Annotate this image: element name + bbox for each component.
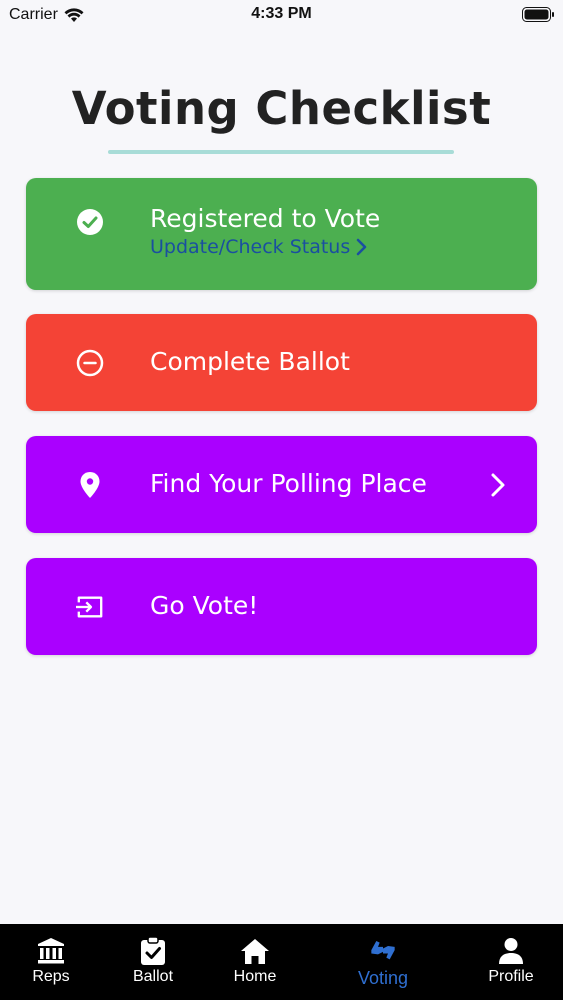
tab-reps-label: Reps bbox=[32, 968, 70, 985]
location-pin-icon bbox=[76, 471, 104, 499]
home-icon bbox=[240, 936, 270, 966]
institution-icon bbox=[36, 936, 66, 966]
chevron-right-icon bbox=[491, 473, 505, 497]
person-icon bbox=[496, 936, 526, 966]
registered-to-vote-label: Registered to Vote bbox=[150, 204, 381, 233]
tab-ballot-label: Ballot bbox=[132, 968, 174, 985]
tab-profile[interactable]: Profile bbox=[461, 924, 561, 1000]
page-title: Voting Checklist bbox=[71, 82, 492, 135]
voting-hands-icon bbox=[368, 936, 398, 966]
chevron-right-icon bbox=[357, 238, 367, 256]
complete-ballot-label: Complete Ballot bbox=[150, 347, 350, 376]
tab-voting[interactable]: Voting bbox=[333, 924, 433, 1000]
sign-in-icon bbox=[76, 593, 104, 621]
update-check-status-label: Update/Check Status bbox=[150, 236, 351, 258]
update-check-status-link[interactable]: Update/Check Status bbox=[150, 236, 367, 258]
check-circle-icon bbox=[76, 208, 104, 236]
find-polling-place-label: Find Your Polling Place bbox=[150, 469, 427, 498]
clipboard-check-icon bbox=[138, 936, 168, 966]
status-bar: Carrier 4:33 PM bbox=[0, 0, 563, 30]
bottom-tab-bar: Reps Ballot Home Voting Profile bbox=[0, 924, 563, 1000]
tab-profile-label: Profile bbox=[488, 968, 534, 985]
minus-circle-icon bbox=[76, 349, 104, 377]
title-underline bbox=[108, 150, 454, 154]
tab-home-label: Home bbox=[233, 968, 277, 985]
registered-to-vote-card[interactable]: Registered to Vote Update/Check Status bbox=[26, 178, 537, 290]
tab-reps[interactable]: Reps bbox=[1, 924, 101, 1000]
complete-ballot-card[interactable]: Complete Ballot bbox=[26, 314, 537, 411]
status-time: 4:33 PM bbox=[251, 5, 312, 22]
tab-voting-label: Voting bbox=[357, 968, 409, 988]
battery-icon bbox=[522, 7, 554, 22]
find-polling-place-card[interactable]: Find Your Polling Place bbox=[26, 436, 537, 533]
go-vote-label: Go Vote! bbox=[150, 591, 259, 620]
tab-ballot[interactable]: Ballot bbox=[103, 924, 203, 1000]
go-vote-card[interactable]: Go Vote! bbox=[26, 558, 537, 655]
tab-home[interactable]: Home bbox=[205, 924, 305, 1000]
